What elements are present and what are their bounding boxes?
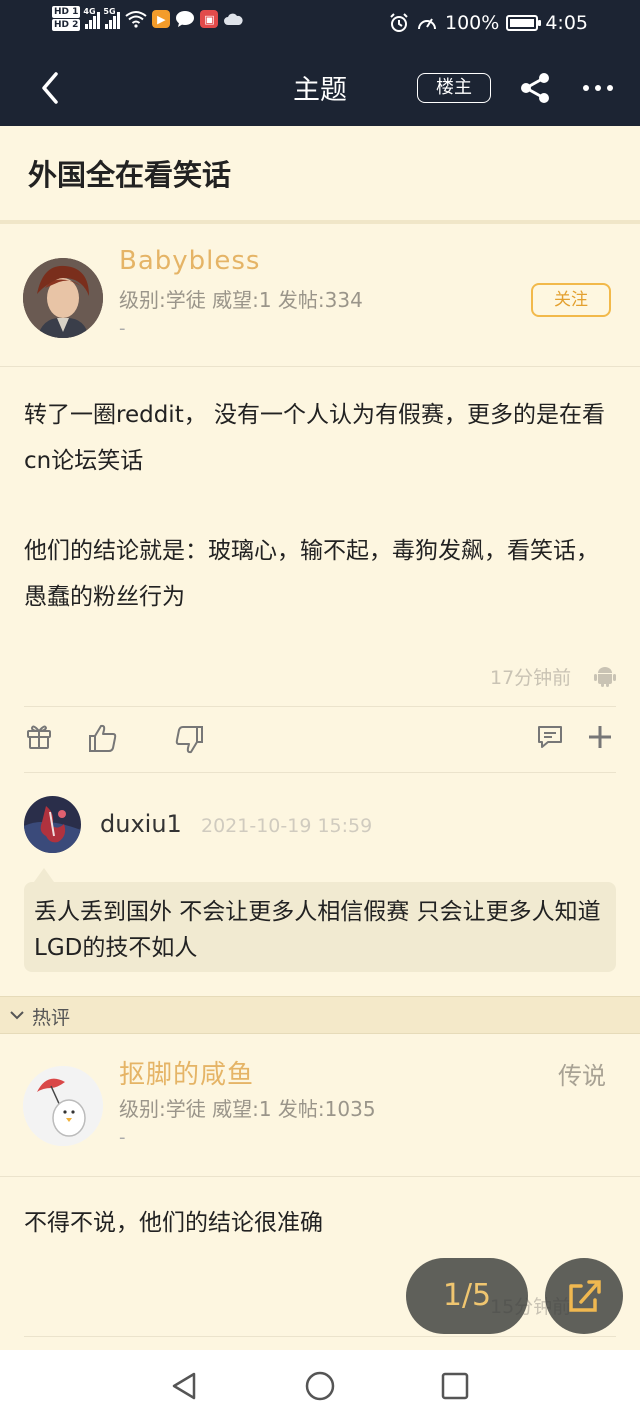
divider (24, 1336, 616, 1337)
author-signature: - (119, 318, 126, 339)
comment-icon[interactable] (536, 723, 564, 751)
dislike-icon[interactable] (173, 724, 205, 756)
android-icon (594, 667, 616, 687)
battery-icon (506, 15, 542, 31)
hot-comments-label: 热评 (32, 1007, 71, 1029)
hd1-label: HD 1 (52, 6, 81, 18)
signal1-label: 4G (83, 7, 96, 16)
more-options-icon[interactable] (578, 74, 618, 102)
divider (0, 220, 640, 224)
comment-bubble: 丢人丢到国外 不会让更多人相信假赛 只会让更多人知道LGD的技不如人 (24, 882, 616, 972)
hd-indicator: HD 1 HD 2 (52, 6, 81, 32)
system-recents-icon[interactable] (441, 1372, 469, 1400)
clock: 4:05 (545, 12, 588, 34)
signal2-label: 5G (103, 7, 116, 16)
status-bar: HD 1 HD 2 4G 5G ▶ ▣ 100% 4:05 (0, 0, 640, 50)
post-body-paragraph-1: 转了一圈reddit， 没有一个人认为有假赛，更多的是在看cn论坛笑话 (24, 402, 606, 474)
reply-signature: - (119, 1127, 126, 1148)
top-nav-bar: 主题 楼主 (0, 50, 640, 126)
reply-author[interactable]: 抠脚的咸鱼 (119, 1054, 254, 1091)
speed-icon (418, 18, 436, 30)
avatar[interactable] (24, 796, 81, 853)
author-name[interactable]: Babybless (119, 246, 260, 276)
gift-icon[interactable] (25, 722, 53, 750)
wifi-icon (125, 11, 148, 28)
cloud-icon (224, 13, 244, 25)
reply-body: 不得不说，他们的结论很准确 (24, 1210, 323, 1236)
reply-rank-tag: 传说 (558, 1062, 606, 1090)
system-navigation-bar (0, 1350, 640, 1422)
like-icon[interactable] (87, 722, 119, 754)
hd2-label: HD 2 (52, 19, 81, 31)
bubble-tail (34, 868, 54, 882)
post-time: 17分钟前 (490, 667, 572, 689)
chevron-down-icon (10, 1011, 24, 1020)
author-meta: 级别:学徒 威望:1 发帖:334 (119, 288, 363, 312)
post-body-paragraph-2: 他们的结论就是：玻璃心，输不起，毒狗发飙，看笑话，愚蠢的粉丝行为 (24, 538, 599, 610)
avatar[interactable] (23, 258, 103, 338)
edit-icon (569, 1280, 601, 1312)
divider (0, 366, 640, 367)
book-app-icon: ▣ (200, 10, 219, 28)
reply-meta: 级别:学徒 威望:1 发帖:1035 (119, 1097, 376, 1121)
only-owner-button[interactable]: 楼主 (417, 73, 491, 103)
plus-icon[interactable] (587, 724, 613, 750)
signal-icon: 5G (103, 7, 121, 29)
divider (0, 1176, 640, 1177)
divider (24, 706, 616, 707)
topic-title: 外国全在看笑话 (28, 158, 232, 192)
system-home-icon[interactable] (304, 1370, 336, 1402)
follow-button[interactable]: 关注 (531, 283, 611, 317)
comment-author[interactable]: duxiu1 (100, 810, 182, 838)
page-indicator-button[interactable]: 1/5 (406, 1258, 528, 1334)
compose-button[interactable] (545, 1258, 623, 1334)
divider (24, 772, 616, 773)
alarm-icon (390, 13, 408, 32)
share-icon[interactable] (517, 71, 553, 105)
video-app-icon: ▶ (152, 10, 171, 28)
battery-percent: 100% (445, 12, 500, 34)
hot-comments-header[interactable]: 热评 (0, 996, 640, 1034)
chat-icon (176, 11, 195, 27)
avatar[interactable] (23, 1066, 103, 1146)
comment-date: 2021-10-19 15:59 (201, 815, 373, 837)
signal-icon: 4G (83, 7, 101, 29)
system-back-icon[interactable] (170, 1371, 198, 1401)
